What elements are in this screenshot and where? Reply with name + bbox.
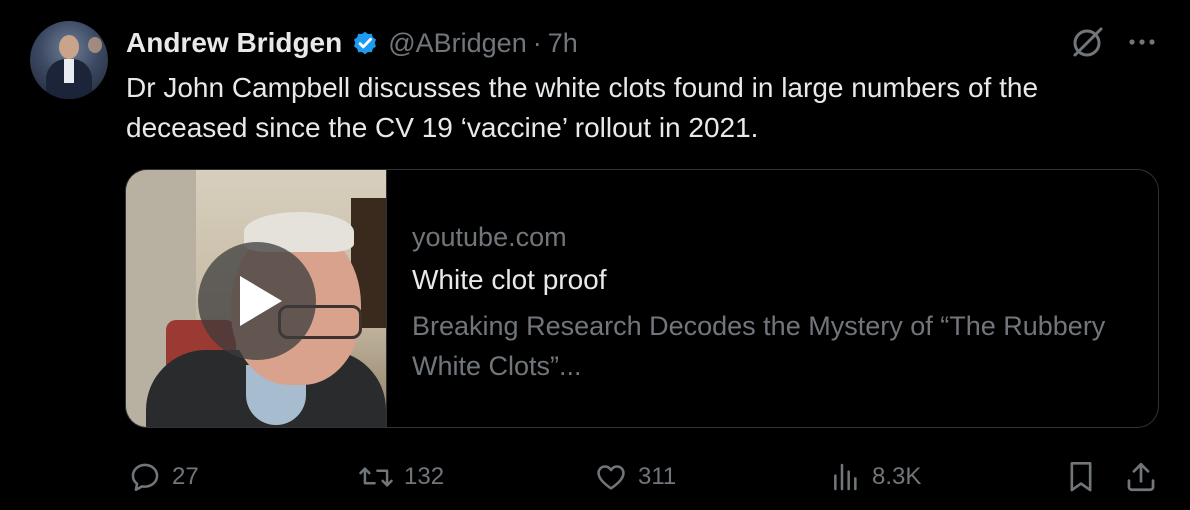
reply-icon: [128, 460, 162, 494]
reply-button[interactable]: 27: [128, 455, 199, 499]
verified-badge-icon[interactable]: [350, 28, 380, 58]
avatar-background-figure: [88, 37, 102, 53]
bookmark-icon: [1066, 460, 1096, 494]
like-button[interactable]: 311: [594, 455, 676, 499]
share-icon: [1124, 460, 1158, 494]
views-icon: [830, 460, 862, 494]
card-title: White clot proof: [412, 264, 607, 295]
avatar[interactable]: [30, 21, 108, 99]
video-thumbnail[interactable]: [126, 170, 387, 427]
tweet-text: Dr John Campbell discusses the white clo…: [126, 72, 1039, 143]
tweet-header: Andrew Bridgen @ABridgen · 7h: [126, 24, 578, 62]
like-count: 311: [638, 463, 677, 490]
views-button[interactable]: 8.3K: [830, 455, 921, 499]
card-domain: youtube.com: [412, 222, 567, 252]
author-display-name[interactable]: Andrew Bridgen: [126, 27, 342, 59]
grok-icon[interactable]: [1070, 24, 1106, 60]
bookmark-button[interactable]: [1066, 455, 1096, 499]
views-count: 8.3K: [872, 463, 922, 490]
tweet[interactable]: Andrew Bridgen @ABridgen · 7h Dr John Ca…: [0, 0, 1190, 510]
more-options-icon[interactable]: [1122, 28, 1162, 56]
avatar-shirt: [64, 59, 74, 83]
retweet-icon: [358, 460, 394, 494]
heart-icon: [594, 460, 628, 494]
link-card[interactable]: youtube.com White clot proof Breaking Re…: [125, 169, 1159, 428]
action-bar: 27 132 311 8.3K: [0, 455, 1190, 499]
reply-count: 27: [172, 463, 199, 490]
author-handle[interactable]: @ABridgen: [388, 28, 526, 59]
share-button[interactable]: [1124, 455, 1158, 499]
play-button-icon[interactable]: [198, 242, 316, 360]
retweet-count: 132: [404, 463, 445, 490]
header-separator: ·: [532, 27, 542, 58]
tweet-timestamp[interactable]: 7h: [548, 28, 578, 59]
card-description: Breaking Research Decodes the Mystery of…: [412, 311, 1106, 381]
avatar-head: [59, 35, 79, 59]
retweet-button[interactable]: 132: [358, 455, 444, 499]
